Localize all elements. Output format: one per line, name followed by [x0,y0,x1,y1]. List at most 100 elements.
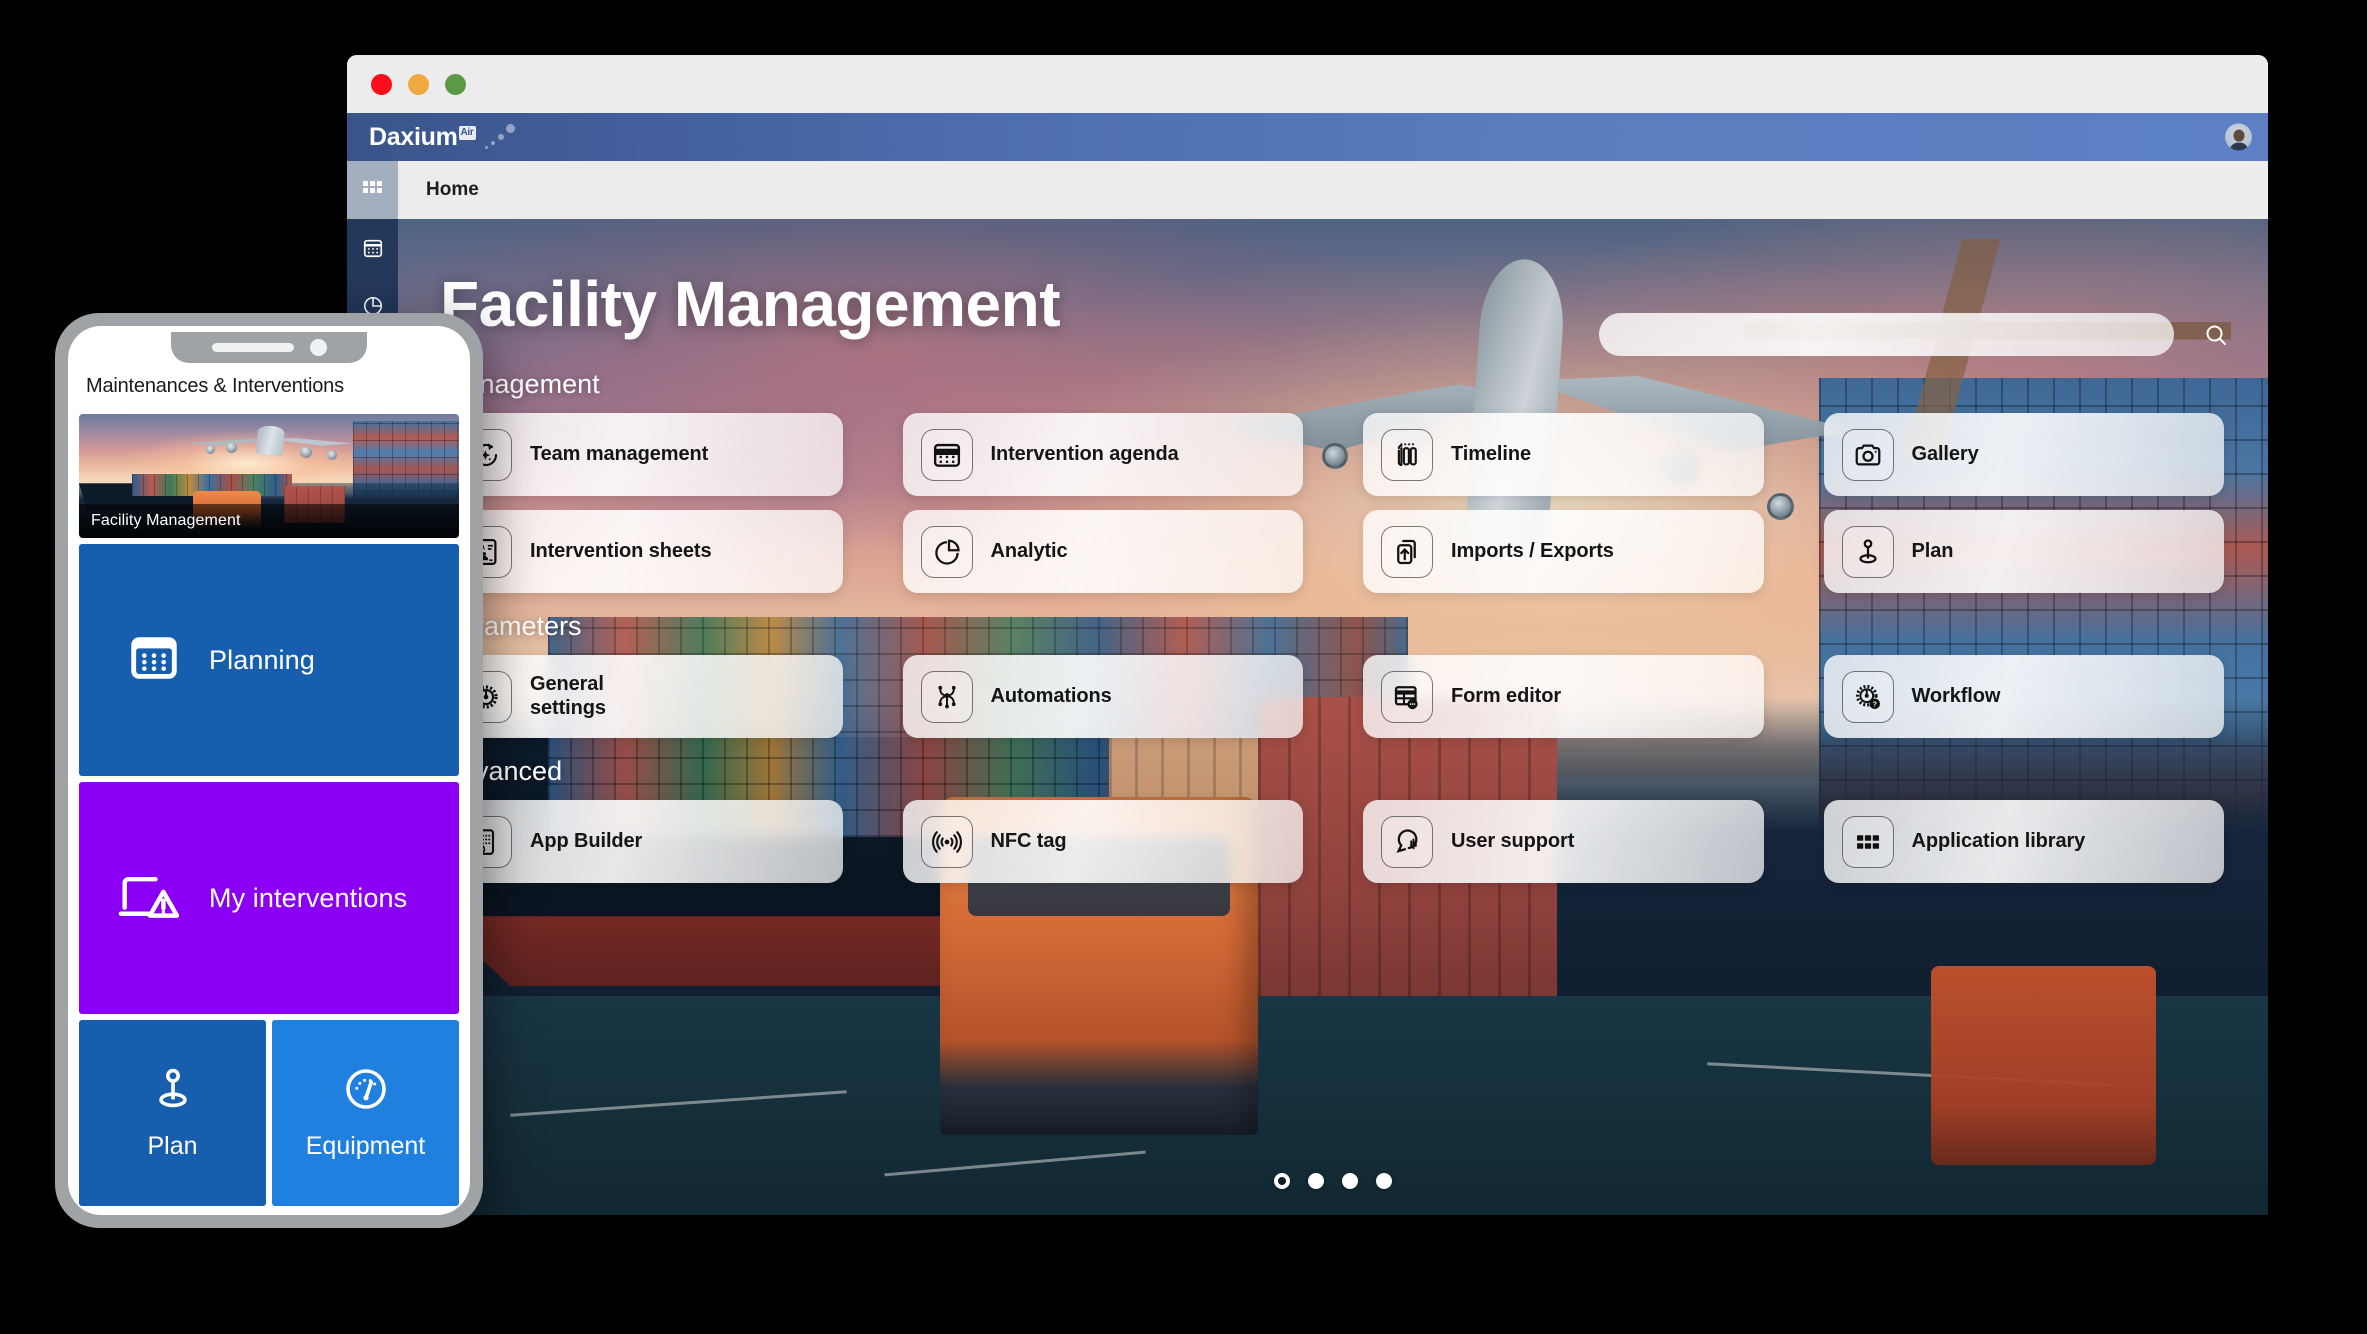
tile-plan[interactable]: Plan [1823,510,2224,593]
calendar-icon [125,629,183,692]
app-brand-bar: Daxium Air [347,113,2268,161]
nfc-icon [920,815,973,868]
tile-timeline[interactable]: Timeline [1363,413,1764,496]
carousel-pagination [1274,1173,1392,1189]
page-title: Facility Management [440,268,1061,340]
section-label: Management [442,369,600,399]
tile-form-editor[interactable]: Form editor [1363,655,1764,738]
tile-application-library[interactable]: Application library [1823,800,2224,883]
tile-label: Timeline [1451,442,1531,465]
phone-tile-equipment[interactable]: Equipment [272,1020,459,1206]
tile-general-settings[interactable]: General settings [442,655,843,738]
hero-dashboard: Facility Management Management Team mana… [398,219,2268,1215]
tile-app-builder[interactable]: App Builder [442,800,843,883]
content-topbar: Home [398,161,2268,219]
tile-intervention-agenda[interactable]: Intervention agenda [902,413,1303,496]
gear-question-icon: ? [1841,670,1894,723]
apps-grid-icon-svg [1856,834,1879,849]
timeline-icon [1381,428,1433,481]
apps-grid-icon [1841,815,1894,868]
main-content: Home Facility Management Management Team… [398,161,2268,1215]
tile-label: Workflow [1911,684,2001,707]
tile-automations[interactable]: Automations [902,655,1303,738]
tile-label: App Builder [530,829,643,852]
breadcrumb[interactable]: Home [426,179,479,201]
tile-label: Intervention sheets [530,539,712,562]
phone-tile-list: Facility Management Planning My interven… [68,414,470,1215]
gauge-icon-svg [345,1069,386,1109]
phone-tile-planning[interactable]: Planning [79,544,459,776]
tile-label: Team management [530,442,709,465]
desktop-browser-window: Daxium Air Home Facility Management Mana… [347,55,2268,1215]
phone-card-facility-management[interactable]: Facility Management [79,414,459,538]
screenshot-stage: Daxium Air Home Facility Management Mana… [0,0,2367,1334]
tile-team-management[interactable]: Team management [442,413,843,496]
calendar-icon [363,239,382,258]
gauge-icon [342,1065,390,1118]
calendar-icon [920,428,973,481]
calendar-icon-svg [131,636,177,679]
minimize-button[interactable] [408,73,429,95]
tile-intervention-sheets[interactable]: A Intervention sheets [442,510,843,593]
brand-superscript: Air [458,125,476,140]
grid-icon [363,180,382,193]
phone-square-tile-row: Plan Equipment [79,1020,459,1206]
tile-label: Analytic [990,539,1068,562]
tile-label: Imports / Exports [1451,539,1614,562]
tile-label: Application library [1911,829,2086,852]
tile-grid-advanced: App Builder NFC tag User support Applica… [442,800,2224,883]
tile-label: Gallery [1911,442,1979,465]
tile-analytic[interactable]: Analytic [902,510,1303,593]
sidebar-item-agenda[interactable] [347,219,398,277]
tile-nfc-tag[interactable]: NFC tag [902,800,1303,883]
import-export-icon [1381,525,1433,578]
tile-sections: Management Team management Intervention … [398,369,2268,883]
sidebar-item-apps[interactable] [347,161,398,219]
search-input[interactable] [1599,313,2174,356]
daxium-logo[interactable]: Daxium Air [369,122,476,151]
phone-airplane-decoration [186,425,360,468]
pagination-dot-1[interactable] [1274,1173,1290,1189]
maximize-button[interactable] [445,73,466,95]
window-titlebar [347,55,2268,113]
map-pin-icon [1841,525,1894,578]
section-management: Management Team management Intervention … [442,369,2224,593]
tile-label: Form editor [1451,684,1562,707]
map-pin-icon-svg [158,1068,187,1108]
tile-user-support[interactable]: User support [1363,800,1764,883]
tile-label: Automations [990,684,1112,707]
camera-icon [1841,428,1894,481]
pagination-dot-3[interactable] [1342,1173,1358,1189]
tile-label: NFC tag [990,829,1067,852]
search-icon[interactable] [2204,323,2228,347]
hero-foreground: Facility Management Management Team mana… [398,219,2268,1215]
map-pin-icon [149,1065,197,1118]
window-body: Home Facility Management Management Team… [347,161,2268,1215]
tile-workflow[interactable]: ? Workflow [1823,655,2224,738]
phone-tile-label: Planning [209,644,315,675]
laptop-warning-icon [113,868,183,929]
phone-tile-label: Plan [147,1132,198,1160]
pagination-dot-2[interactable] [1308,1173,1324,1189]
tile-label: Intervention agenda [990,442,1179,465]
phone-screen: Maintenances & Interventions Facility Ma… [68,326,470,1215]
phone-mockup: Maintenances & Interventions Facility Ma… [55,313,483,1228]
tile-grid-parameters: General settings Automations Form editor… [442,655,2224,738]
pagination-dot-4[interactable] [1376,1173,1392,1189]
table-form-icon [1381,670,1433,723]
phone-card-caption: Facility Management [79,504,459,538]
phone-tile-my-interventions[interactable]: My interventions [79,782,459,1014]
tile-label: User support [1451,829,1575,852]
tile-imports-exports[interactable]: Imports / Exports [1363,510,1764,593]
avatar[interactable] [2225,123,2252,151]
section-label: Parameters [442,611,582,641]
phone-speaker [211,343,294,352]
tile-label: Plan [1911,539,1954,562]
section-label: Advanced [442,756,563,786]
phone-notch [171,332,367,363]
brand-name: Daxium [369,122,458,151]
close-button[interactable] [371,73,392,95]
tile-gallery[interactable]: Gallery [1823,413,2224,496]
phone-tile-plan[interactable]: Plan [79,1020,266,1206]
section-parameters: Parameters General settings Automations … [442,611,2224,738]
